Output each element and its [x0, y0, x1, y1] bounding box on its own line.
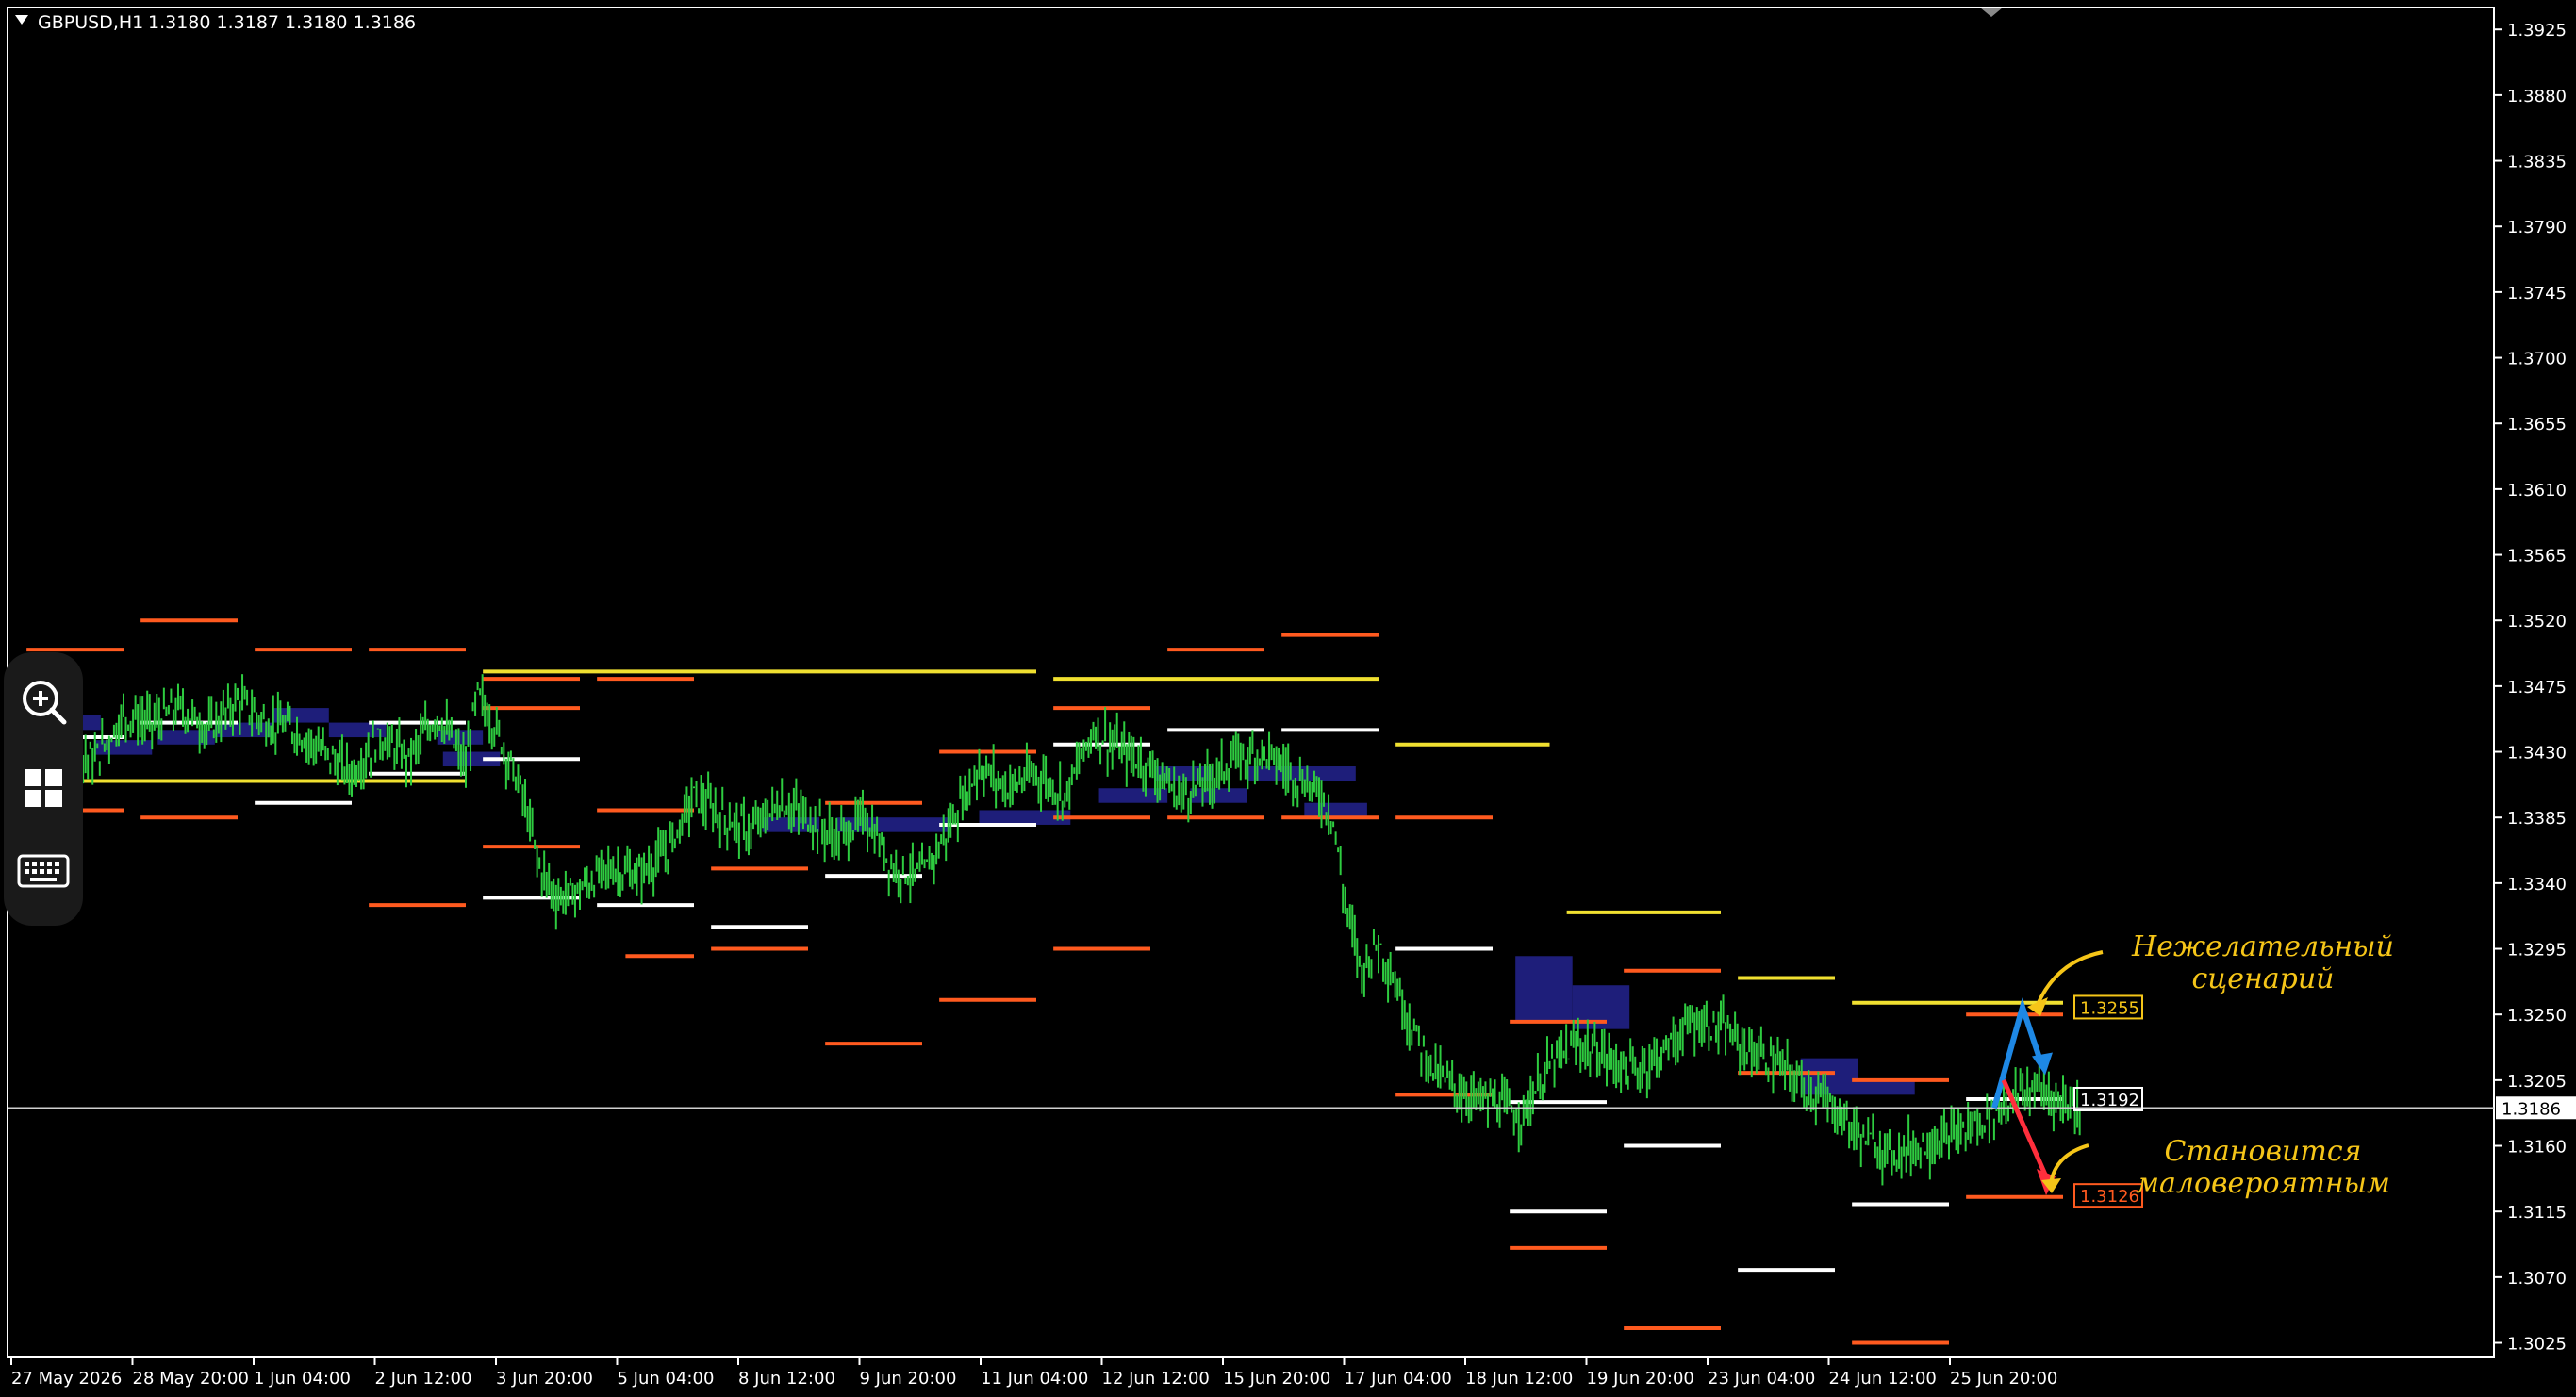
- price-tick-label: 1.3340: [2507, 875, 2567, 895]
- level-tag-value: 1.3255: [2080, 998, 2139, 1018]
- price-tick-label: 1.3925: [2507, 21, 2567, 41]
- supply-demand-zone: [214, 722, 272, 738]
- price-tick-label: 1.3880: [2507, 87, 2567, 107]
- time-tick-label: 27 May 2026: [11, 1369, 122, 1389]
- price-tick-label: 1.3835: [2507, 153, 2567, 173]
- price-tick-label: 1.3025: [2507, 1335, 2567, 1355]
- price-tick-label: 1.3160: [2507, 1138, 2567, 1158]
- price-tick-label: 1.3610: [2507, 481, 2567, 501]
- price-tick-label: 1.3790: [2507, 218, 2567, 238]
- windows-icon: [25, 769, 62, 807]
- time-tick-label: 1 Jun 04:00: [254, 1369, 351, 1389]
- time-tick-label: 19 Jun 20:00: [1587, 1369, 1694, 1389]
- zoom-in-button[interactable]: [15, 673, 72, 730]
- time-tick-label: 5 Jun 04:00: [618, 1369, 715, 1389]
- price-tick-label: 1.3520: [2507, 612, 2567, 632]
- keyboard-icon: [17, 854, 70, 888]
- price-tick-label: 1.3430: [2507, 744, 2567, 764]
- supply-demand-zone: [1515, 956, 1573, 1022]
- time-tick-label: 3 Jun 20:00: [496, 1369, 593, 1389]
- annotation-unlikely: Становится маловероятным: [2079, 1136, 2447, 1200]
- price-tick-label: 1.3295: [2507, 941, 2567, 961]
- side-toolbar: [4, 652, 83, 926]
- annotation-unlikely-text: Становится маловероятным: [2136, 1135, 2390, 1200]
- price-tick-label: 1.3385: [2507, 809, 2567, 829]
- price-tick-label: 1.3250: [2507, 1006, 2567, 1026]
- supply-demand-zone: [1304, 802, 1367, 818]
- price-tick-label: 1.3475: [2507, 678, 2567, 698]
- time-tick-label: 8 Jun 12:00: [738, 1369, 835, 1389]
- level-tag-value: 1.3192: [2080, 1091, 2139, 1110]
- zoom-in-icon: [23, 681, 67, 725]
- time-tick-label: 2 Jun 12:00: [375, 1369, 472, 1389]
- time-tick-label: 18 Jun 12:00: [1465, 1369, 1573, 1389]
- keyboard-button[interactable]: [15, 843, 72, 899]
- supply-demand-zone: [836, 817, 951, 832]
- price-tick-label: 1.3205: [2507, 1072, 2567, 1092]
- annotation-undesired-scenario: Нежелательный сценарий: [2098, 931, 2428, 995]
- symbol-label: GBPUSD,H1: [38, 12, 143, 33]
- supply-demand-zone: [1190, 788, 1247, 803]
- time-tick-label: 11 Jun 04:00: [981, 1369, 1088, 1389]
- price-tick-label: 1.3745: [2507, 284, 2567, 304]
- time-tick-label: 15 Jun 20:00: [1223, 1369, 1330, 1389]
- windows-button[interactable]: [15, 760, 72, 816]
- price-tick-label: 1.3655: [2507, 415, 2567, 435]
- price-tick-label: 1.3070: [2507, 1269, 2567, 1289]
- time-tick-label: 9 Jun 20:00: [860, 1369, 957, 1389]
- supply-demand-zone: [328, 722, 387, 738]
- price-tick-label: 1.3700: [2507, 350, 2567, 370]
- current-price-value: 1.3186: [2502, 1099, 2561, 1119]
- price-tick-label: 1.3565: [2507, 547, 2567, 567]
- supply-demand-zone: [1858, 1079, 1915, 1095]
- supply-demand-zone: [94, 740, 153, 755]
- time-tick-label: 25 Jun 20:00: [1950, 1369, 2057, 1389]
- price-tick-label: 1.3115: [2507, 1203, 2567, 1223]
- time-tick-label: 28 May 20:00: [133, 1369, 249, 1389]
- time-tick-label: 24 Jun 12:00: [1829, 1369, 1937, 1389]
- annotation-undesired-text: Нежелательный сценарий: [2132, 930, 2394, 995]
- time-tick-label: 17 Jun 04:00: [1345, 1369, 1452, 1389]
- ohlc-label: 1.3180 1.3187 1.3180 1.3186: [148, 12, 416, 33]
- time-tick-label: 12 Jun 12:00: [1102, 1369, 1210, 1389]
- time-tick-label: 23 Jun 04:00: [1708, 1369, 1815, 1389]
